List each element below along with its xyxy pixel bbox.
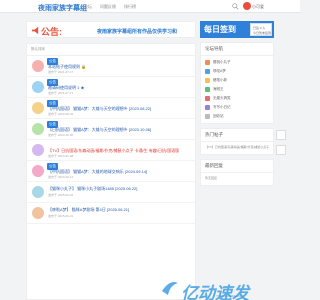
announcement-bar: 公告: 夜雨家族字幕组所有作品仅供学习和 <box>26 21 196 38</box>
thread-row[interactable]: 公告 【日抗国语】 猫猫A梦：大雄与天空的理想乡 [2023.10.06] 发布于 … <box>27 119 195 140</box>
board-icon <box>205 96 210 101</box>
thread-title[interactable]: 【猫咪小丸子】 猫咪小丸子剧场1485 [2025.06.22] <box>48 186 193 192</box>
sidebar-link[interactable]: 写写小日记 <box>205 103 269 112</box>
sidebar-link[interactable]: 樱桃小丸子 <box>205 58 269 67</box>
thread-row[interactable]: 【TV】日抗国语/东森动画/福斯/扑克/捕鼠小点子 卡通/生 有趣/日抗/国语版… <box>27 140 195 161</box>
avatar[interactable] <box>32 123 44 135</box>
nav-link-ranking[interactable]: 排行榜 <box>124 4 136 10</box>
megaphone-icon <box>31 26 39 35</box>
checkin-label: 每日签到 <box>204 25 236 34</box>
board-icon <box>205 87 210 92</box>
thread-meta: 发布于 2025-06-21 <box>48 214 74 218</box>
thread-row[interactable]: 【猫咪小丸子】 猫咪小丸子剧场1485 [2025.06.22] 发布于 2025… <box>27 182 195 203</box>
checkin-status: 今日暂未签到 <box>253 31 272 35</box>
nav-links: 论坛 问题反馈 排行榜 <box>84 4 136 10</box>
nav-panel-title: 论坛导航 <box>201 43 273 56</box>
avatar[interactable] <box>32 81 44 93</box>
board-icon <box>205 105 210 110</box>
hot-thread-link[interactable]: 【TV】日抗国语/东森动画/福斯/扑克/捕鼠小点子 <box>201 142 273 154</box>
thread-meta: 发布于 2021-07-17 <box>48 70 74 74</box>
thread-meta: 发布于 2021-07-17 <box>48 91 74 95</box>
thread-row[interactable]: 【哆啦A梦】 猫咪A梦剧场 第4日 [2025.06.21] 发布于 2025-0… <box>27 203 195 224</box>
sidebar-link[interactable]: 海贼王 <box>205 85 269 94</box>
avatar[interactable] <box>32 165 44 177</box>
sort-label[interactable]: 默认排序 <box>27 44 195 56</box>
thread-meta: 发布于 2023-08-22 <box>48 112 74 116</box>
nav-link-forum[interactable]: 论坛 <box>84 4 92 10</box>
sidebar-link[interactable]: 哆啦A梦 <box>205 67 269 76</box>
avatar[interactable] <box>32 144 44 156</box>
sidebar-link[interactable]: 回收站 <box>205 112 269 121</box>
sidebar-link[interactable]: 蜡笔小新 <box>205 76 269 85</box>
thread-meta: 发布于 2024-01-08 <box>48 154 74 158</box>
thread-row[interactable]: 公告 邀请码使用说明 1 ★ 发布于 2021-07-17 <box>27 77 195 98</box>
nav-panel: 论坛导航 樱桃小丸子哆啦A梦蜡笔小新海贼王无厘头搞笑写写小日记回收站 <box>200 42 274 124</box>
watermark-subtext: YIDONGSUFA.COM <box>216 294 244 298</box>
user-avatar[interactable] <box>243 2 251 10</box>
checkin-panel: 每日签到 已签 0 人 今日暂未签到 <box>200 21 274 38</box>
thread-meta: 发布于 2024-09-14 <box>48 175 74 179</box>
avatar[interactable] <box>32 102 44 114</box>
reply-panel-title: 最新回复 <box>201 160 273 173</box>
sidebar: 每日签到 已签 0 人 今日暂未签到 论坛导航 樱桃小丸子哆啦A梦蜡笔小新海贼王… <box>200 21 274 186</box>
board-icon <box>205 114 210 119</box>
thread-meta: 发布于 2025-06-22 <box>48 193 74 197</box>
thread-meta: 发布于 2023-10-06 <box>48 133 74 137</box>
sidebar-link-label: 樱桃小丸子 <box>213 60 231 64</box>
announcement-text: 夜雨家族字幕组所有作品仅供学习和 <box>97 29 178 35</box>
announcement-title: 公告: <box>41 27 62 37</box>
avatar[interactable] <box>32 186 44 198</box>
sidebar-link-label: 写写小日记 <box>213 105 231 109</box>
hot-panel-title: 热门帖子 <box>201 129 273 142</box>
sidebar-link-label: 回收站 <box>213 114 224 118</box>
sidebar-link-label: 蜡笔小新 <box>213 78 227 82</box>
float-up-button[interactable] <box>276 130 286 140</box>
nav-link-feedback[interactable]: 问题反馈 <box>100 4 116 10</box>
sidebar-link-label: 海贼王 <box>213 87 224 91</box>
reply-panel: 最新回复 暂无回复 <box>200 159 274 186</box>
watermark-logo-icon <box>162 282 178 295</box>
thread-title[interactable]: 【哆啦A梦】 猫咪A梦剧场 第4日 [2025.06.21] <box>48 207 193 213</box>
search-icon[interactable] <box>232 3 239 10</box>
sidebar-link-label: 无厘头搞笑 <box>213 96 231 100</box>
float-share-button[interactable] <box>276 145 286 155</box>
board-icon <box>205 60 210 65</box>
thread-list: 默认排序 公告 本站帖子使用规则 🔒 发布于 2021-07-17 公告 邀请码使用说明… <box>26 43 196 300</box>
board-icon <box>205 69 210 74</box>
sidebar-link-label: 哆啦A梦 <box>213 69 226 73</box>
board-icon <box>205 78 210 83</box>
site-brand[interactable]: 夜雨家族字幕组 <box>38 3 87 13</box>
user-name[interactable]: 小可爱 <box>252 4 264 10</box>
reply-panel-text: 暂无回复 <box>205 176 218 180</box>
avatar[interactable] <box>32 60 44 72</box>
top-nav: 夜雨家族字幕组 论坛 问题反馈 排行榜 小可爱 <box>0 0 300 13</box>
hot-panel: 热门帖子 【TV】日抗国语/东森动画/福斯/扑克/捕鼠小点子 <box>200 128 274 155</box>
thread-row[interactable]: 公告 本站帖子使用规则 🔒 发布于 2021-07-17 <box>27 56 195 77</box>
avatar[interactable] <box>32 207 44 219</box>
checkin-count: 已签 0 人 <box>253 26 266 30</box>
thread-row[interactable]: 公告 【中抗国语】 猫猫A梦：大雄与天空的理想乡 [2023.08.22] 发布于 … <box>27 98 195 119</box>
checkin-button[interactable]: 已签 0 人 今日暂未签到 <box>250 23 272 36</box>
sidebar-link[interactable]: 无厘头搞笑 <box>205 94 269 103</box>
thread-row[interactable]: 公告 【中抗国语】 猫猫A梦：大雄的地球交响乐 [2024.09.14] 发布于 2… <box>27 161 195 182</box>
